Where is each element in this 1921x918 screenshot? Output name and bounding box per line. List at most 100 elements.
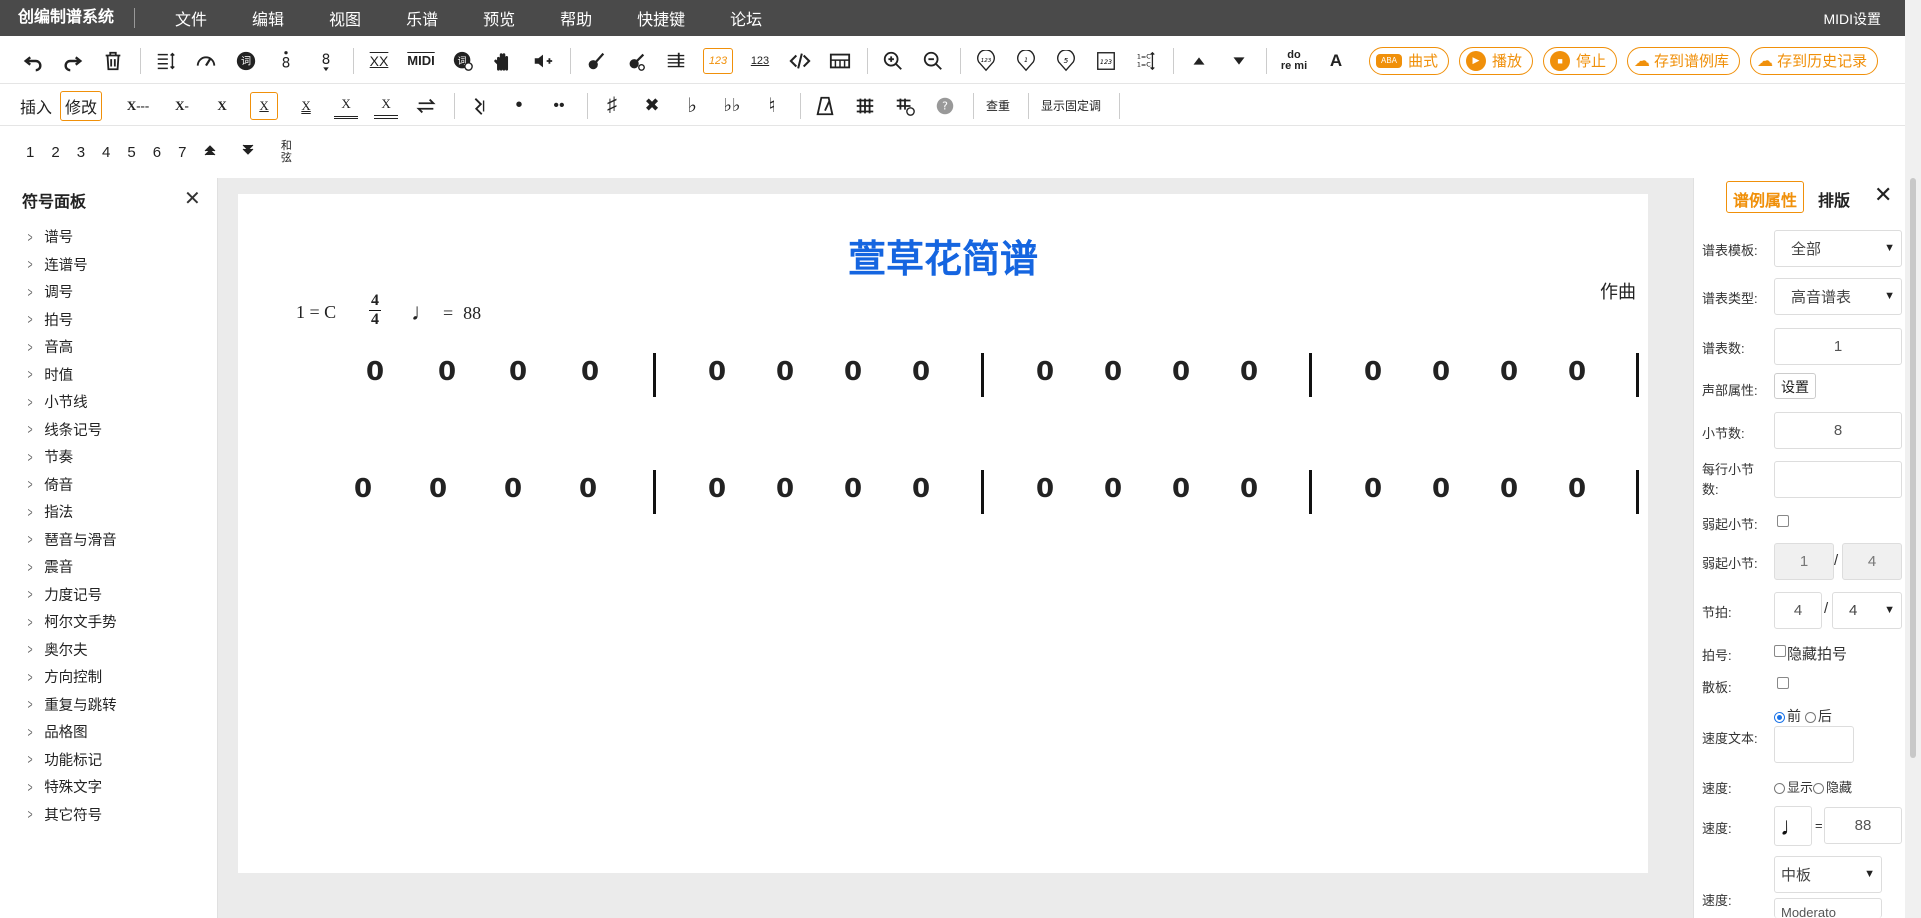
undo-icon[interactable] [20, 48, 46, 74]
rest-note[interactable]: 0 [912, 474, 930, 504]
sharp-icon[interactable]: ♯ [600, 93, 624, 119]
template-select[interactable]: 全部 ▼ [1774, 230, 1902, 267]
hand-gesture-icon[interactable] [490, 48, 516, 74]
rest-note[interactable]: 0 [1568, 357, 1586, 387]
flat-icon[interactable]: ♭ [680, 93, 704, 119]
pickup-denominator-input[interactable]: 4 [1842, 543, 1902, 580]
voice-settings-button[interactable]: 设置 [1774, 373, 1816, 399]
menu-view[interactable]: 视图 [329, 6, 361, 30]
menu-shortcuts[interactable]: 快捷键 [637, 6, 685, 30]
free-tempo-checkbox[interactable] [1777, 677, 1789, 689]
thirtysecond-note-button[interactable]: X [334, 93, 359, 119]
double-dot-icon[interactable]: •• [547, 93, 571, 119]
zoom-out-icon[interactable] [920, 48, 946, 74]
rest-note[interactable]: 0 [581, 357, 599, 387]
tempo-text-input[interactable] [1774, 726, 1854, 763]
speed-term-en-input[interactable]: Moderato [1774, 898, 1882, 918]
save-to-history-button[interactable]: ☁ 存到历史记录 [1750, 46, 1879, 75]
note-value-select[interactable]: ♩ [1774, 806, 1812, 846]
symbol-category-other[interactable]: > 其它符号 [26, 801, 117, 829]
rest-note[interactable]: 0 [1500, 357, 1518, 387]
piano-keyboard-icon[interactable] [827, 48, 853, 74]
eighth-note-button[interactable]: X [250, 91, 279, 120]
rest-note[interactable]: 0 [1240, 474, 1258, 504]
barline[interactable] [653, 353, 656, 397]
meter-denominator-select[interactable]: 4 ▼ [1832, 592, 1902, 629]
pitch-7-button[interactable]: 7 [178, 144, 186, 161]
symbol-category-rhythm[interactable]: > 节奏 [26, 443, 117, 471]
rest-note[interactable]: 0 [438, 357, 456, 387]
barline[interactable] [653, 470, 656, 514]
rest-note[interactable]: 0 [1172, 474, 1190, 504]
grid-icon[interactable] [853, 93, 877, 119]
metronome-icon[interactable] [813, 93, 837, 119]
code-icon[interactable] [787, 48, 813, 74]
barline[interactable] [1309, 470, 1312, 514]
form-style-button[interactable]: ABA 曲式 [1369, 46, 1450, 75]
pitch-1-button[interactable]: 1 [26, 144, 34, 161]
rest-note[interactable]: 0 [366, 357, 384, 387]
measure-count-input[interactable]: 8 [1774, 412, 1902, 449]
half-note-button[interactable]: X- [170, 93, 194, 119]
show-fixed-key-button[interactable]: 显示固定调 [1041, 97, 1101, 114]
rest-note[interactable]: 0 [1432, 357, 1450, 387]
rest-note[interactable]: 0 [1500, 474, 1518, 504]
composer-label[interactable]: 作曲 [1600, 278, 1636, 304]
symbol-category-direction[interactable]: > 方向控制 [26, 663, 117, 691]
rest-note[interactable]: 0 [1036, 357, 1054, 387]
sixtyfourth-note-button[interactable]: X [374, 93, 399, 119]
speed-value-input[interactable]: 88 [1824, 807, 1902, 844]
tempo-marking[interactable]: ♩ = 88 [411, 300, 481, 327]
rest-note[interactable]: 0 [354, 474, 372, 504]
rest-icon[interactable] [467, 93, 491, 119]
barline[interactable] [981, 470, 984, 514]
radio-before[interactable] [1774, 711, 1785, 723]
symbol-category-pitch[interactable]: > 音高 [26, 333, 117, 361]
jianpu-mode-button[interactable]: 123 [703, 47, 733, 74]
symbol-category-grace[interactable]: > 倚音 [26, 471, 117, 499]
tab-score-properties[interactable]: 谱例属性 [1726, 181, 1805, 213]
transpose-icon[interactable]: 1=C 1=C [1133, 48, 1159, 74]
natural-icon[interactable]: ♮ [760, 93, 784, 119]
symbol-category-arpeggio[interactable]: > 琶音与滑音 [26, 526, 117, 554]
hide-time-signature-checkbox[interactable] [1774, 645, 1786, 657]
rest-note[interactable]: 0 [1432, 474, 1450, 504]
rest-note[interactable]: 0 [776, 357, 794, 387]
lyrics-view-icon[interactable]: 词 [450, 48, 476, 74]
symbol-category-fingering[interactable]: > 指法 [26, 498, 117, 526]
barline[interactable] [981, 353, 984, 397]
symbol-category-special-text[interactable]: > 特殊文字 [26, 773, 117, 801]
marker-5-icon[interactable]: 5 [1053, 48, 1079, 74]
octave-lower-icon[interactable] [241, 143, 255, 161]
measures-per-row-input[interactable] [1774, 461, 1902, 498]
move-up-icon[interactable] [1186, 48, 1212, 74]
symbol-category-curwen[interactable]: > 柯尔文手势 [26, 608, 117, 636]
guitar-icon[interactable] [583, 48, 609, 74]
rest-note[interactable]: 0 [504, 474, 522, 504]
rest-note[interactable]: 0 [509, 357, 527, 387]
symbol-category-time[interactable]: > 拍号 [26, 306, 117, 334]
marker-1-icon[interactable]: 1 [1013, 48, 1039, 74]
grid-view-icon[interactable] [893, 93, 917, 119]
close-icon[interactable]: ✕ [1874, 182, 1892, 208]
rest-note[interactable]: 0 [1104, 474, 1122, 504]
lyrics-icon[interactable]: 词 [233, 48, 259, 74]
menu-score[interactable]: 乐谱 [406, 6, 438, 30]
redo-icon[interactable] [60, 48, 86, 74]
volume-add-icon[interactable] [530, 48, 556, 74]
line-spacing-icon[interactable] [153, 48, 179, 74]
symbol-category-brace[interactable]: > 连谱号 [26, 251, 117, 279]
font-button[interactable]: A [1323, 48, 1349, 74]
octave-raise-icon[interactable] [203, 143, 217, 161]
zoom-in-icon[interactable] [880, 48, 906, 74]
meter-numerator-input[interactable]: 4 [1774, 592, 1822, 629]
staff-type-select[interactable]: 高音谱表 ▼ [1774, 278, 1902, 315]
scrollbar-thumb[interactable] [1910, 178, 1916, 758]
check-duplicate-button[interactable]: 查重 [986, 97, 1010, 114]
rest-note[interactable]: 0 [1172, 357, 1190, 387]
symbol-category-repeat[interactable]: > 重复与跳转 [26, 691, 117, 719]
modify-mode-button[interactable]: 修改 [60, 90, 103, 121]
rest-note[interactable]: 0 [912, 357, 930, 387]
score-title[interactable]: 萱草花简谱 [238, 228, 1648, 283]
marker-123-icon[interactable]: 123 [973, 48, 999, 74]
